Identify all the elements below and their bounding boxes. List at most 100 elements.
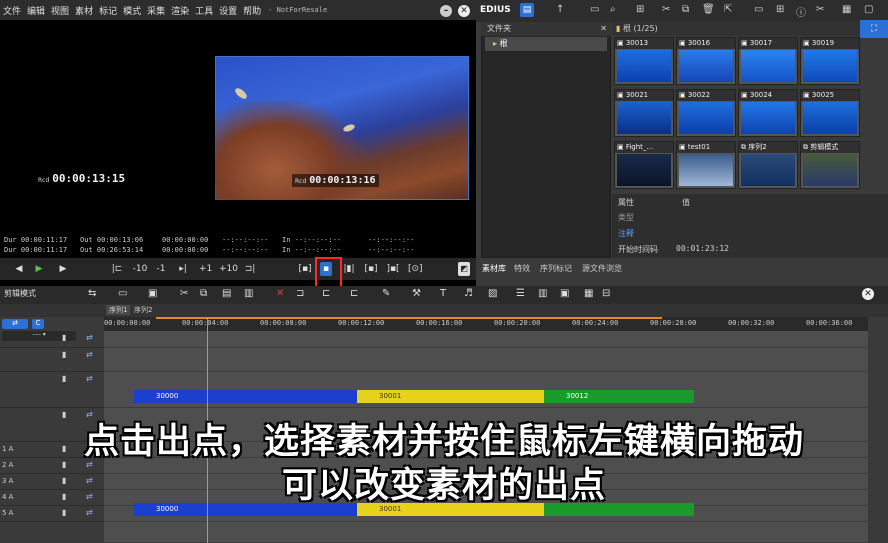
timeline-ruler[interactable]: 00:00:00:00 00:00:04:00 00:00:08:00 00:00:1… — [104, 317, 888, 331]
plus-one-button[interactable]: +1 — [199, 262, 212, 276]
video-clip[interactable]: 30000 — [134, 390, 357, 403]
edit-icon[interactable]: ◩ — [458, 262, 470, 276]
close-icon[interactable]: ✕ — [458, 5, 470, 17]
track-monitor-icon[interactable]: ▮ — [62, 508, 66, 517]
view-icon[interactable]: ▦ — [842, 4, 851, 15]
track-header[interactable]: ▮ ⇄ — [0, 372, 104, 408]
info-icon[interactable]: ⓘ — [796, 4, 806, 19]
bin-thumbnail[interactable]: ⧉ 剪辑模式 — [800, 141, 860, 189]
menu-view[interactable]: 视图 — [48, 4, 72, 17]
goto-out-icon[interactable]: ⊐| — [243, 262, 257, 276]
next-frame-icon[interactable]: ▶ — [58, 262, 68, 276]
menu-help[interactable]: 帮助 — [240, 4, 264, 17]
menu-tools[interactable]: 工具 — [192, 4, 216, 17]
cut2-icon[interactable]: ✂ — [816, 4, 824, 15]
track-monitor-icon[interactable]: ▮ — [62, 333, 66, 342]
export-icon[interactable]: ⇱ — [724, 4, 732, 15]
track-sync-icon[interactable]: ⇄ — [86, 374, 93, 383]
minimize-icon[interactable]: – — [440, 5, 452, 17]
track-sync-icon[interactable]: ⇄ — [86, 410, 93, 419]
video-clip[interactable]: 30012 — [544, 390, 694, 403]
prev-frame-icon[interactable]: ◀ — [14, 262, 24, 276]
tab-sequence-1[interactable]: 序列1 — [106, 305, 131, 315]
copy-icon[interactable]: ⧉ — [200, 288, 207, 300]
menu-clip[interactable]: 素材 — [72, 4, 96, 17]
folder-root-item[interactable]: ▸ 根 — [485, 37, 607, 51]
ripple-icon[interactable]: ⊐ — [296, 288, 304, 300]
track-sync-icon[interactable]: ⇄ — [86, 508, 93, 517]
tab-bin[interactable]: 素材库 — [482, 263, 506, 274]
bin-thumbnail[interactable]: ▣ test01 — [676, 141, 736, 189]
menu-file[interactable]: 文件 — [0, 4, 24, 17]
bin-thumbnail[interactable]: ▣ 30021 — [614, 89, 674, 137]
video-clip[interactable]: 30001 — [357, 390, 544, 403]
audio-icon[interactable]: ♬ — [464, 288, 473, 300]
bin-thumbnail[interactable]: ▣ Fight_... — [614, 141, 674, 189]
plus-ten-button[interactable]: +10 — [219, 262, 238, 276]
bin-thumbnail[interactable]: ▣ 30016 — [676, 37, 736, 85]
insert-icon[interactable]: ]▪[ — [386, 262, 400, 276]
bin-thumbnail[interactable]: ▣ 30013 — [614, 37, 674, 85]
menu-mode[interactable]: 模式 — [120, 4, 144, 17]
play-icon[interactable]: ▶ — [34, 262, 44, 276]
text-icon[interactable]: T — [440, 288, 446, 300]
menu-render[interactable]: 渲染 — [168, 4, 192, 17]
track-header[interactable]: ▮ ⇄ — [0, 331, 104, 348]
list-icon[interactable]: ☰ — [516, 288, 525, 300]
track-header[interactable]: ▮ ⇄ — [0, 348, 104, 372]
cut-icon[interactable]: ✂ — [662, 4, 670, 15]
search-icon[interactable]: ⌕ — [610, 4, 616, 15]
bin-thumbnail[interactable]: ▣ 30025 — [800, 89, 860, 137]
pen-icon[interactable]: ✎ — [382, 288, 390, 300]
grid-icon[interactable]: ⊞ — [776, 4, 784, 15]
track-monitor-icon[interactable]: ▮ — [62, 374, 66, 383]
menu-capture[interactable]: 采集 — [144, 4, 168, 17]
bin-thumbnail[interactable]: ▣ 30019 — [800, 37, 860, 85]
step-icon[interactable]: ▸| — [176, 262, 190, 276]
track-header[interactable]: 5 A ▮ ⇄ — [0, 506, 104, 522]
minus-one-button[interactable]: -1 — [155, 262, 167, 276]
replace-icon[interactable]: [⊙] — [408, 262, 423, 276]
goto-in-icon[interactable]: |⊏ — [110, 262, 124, 276]
more-icon[interactable]: ▢ — [864, 4, 873, 15]
image-icon[interactable]: ▨ — [488, 288, 497, 300]
save-icon[interactable]: ▣ — [148, 288, 157, 300]
marker-icon[interactable]: ⊏ — [350, 288, 358, 300]
sync-icon[interactable]: ⇄ — [2, 319, 28, 329]
copy-icon[interactable]: ⧉ — [682, 4, 689, 15]
track-sync-icon[interactable]: ⇄ — [86, 350, 93, 359]
tab-sequence-2[interactable]: 序列2 — [134, 305, 152, 315]
mixer-icon[interactable]: ▥ — [538, 288, 547, 300]
set-in-icon[interactable]: [▪] — [298, 262, 312, 276]
close-icon[interactable]: ✕ — [600, 22, 607, 36]
menu-edit[interactable]: 编辑 — [24, 4, 48, 17]
menu-settings[interactable]: 设置 — [216, 4, 240, 17]
track-mode-icon[interactable]: C — [32, 319, 44, 329]
overwrite-icon[interactable]: [▪] — [364, 262, 378, 276]
tab-effects[interactable]: 特效 — [514, 263, 530, 274]
open-folder-icon[interactable]: ▭ — [590, 4, 599, 15]
bin-thumbnail[interactable]: ▣ 30024 — [738, 89, 798, 137]
bin-thumbnail[interactable]: ▣ 30017 — [738, 37, 798, 85]
bin-thumbnail[interactable]: ⧉ 序列2 — [738, 141, 798, 189]
tool-icon[interactable]: ⚒ — [412, 288, 421, 300]
minus-ten-button[interactable]: -10 — [132, 262, 148, 276]
delete-icon[interactable]: 🗑 — [702, 4, 715, 15]
add-clip-icon[interactable]: ⊞ — [636, 4, 644, 15]
folder-icon[interactable]: ▤ — [520, 3, 534, 17]
track-sync-icon[interactable]: ⇄ — [86, 333, 93, 342]
bin-thumbnail[interactable]: ▣ 30022 — [676, 89, 736, 137]
tab-seq-markers[interactable]: 序列标记 — [540, 263, 572, 274]
paste-icon[interactable]: ▤ — [222, 288, 231, 300]
link-icon[interactable]: ⊏ — [322, 288, 330, 300]
frame-icon[interactable]: ▣ — [560, 288, 569, 300]
delete-icon[interactable]: ✕ — [276, 288, 284, 300]
menu-marker[interactable]: 标记 — [96, 4, 120, 17]
split-icon[interactable]: |▮| — [342, 262, 356, 276]
tab-source-browser[interactable]: 源文件浏览 — [582, 263, 622, 274]
up-arrow-icon[interactable]: ↑ — [556, 4, 564, 15]
export-icon[interactable]: ▦ — [584, 288, 593, 300]
close-icon[interactable]: ✕ — [862, 288, 874, 300]
cut-icon[interactable]: ✂ — [180, 288, 188, 300]
monitor-icon[interactable]: ▭ — [754, 4, 763, 15]
